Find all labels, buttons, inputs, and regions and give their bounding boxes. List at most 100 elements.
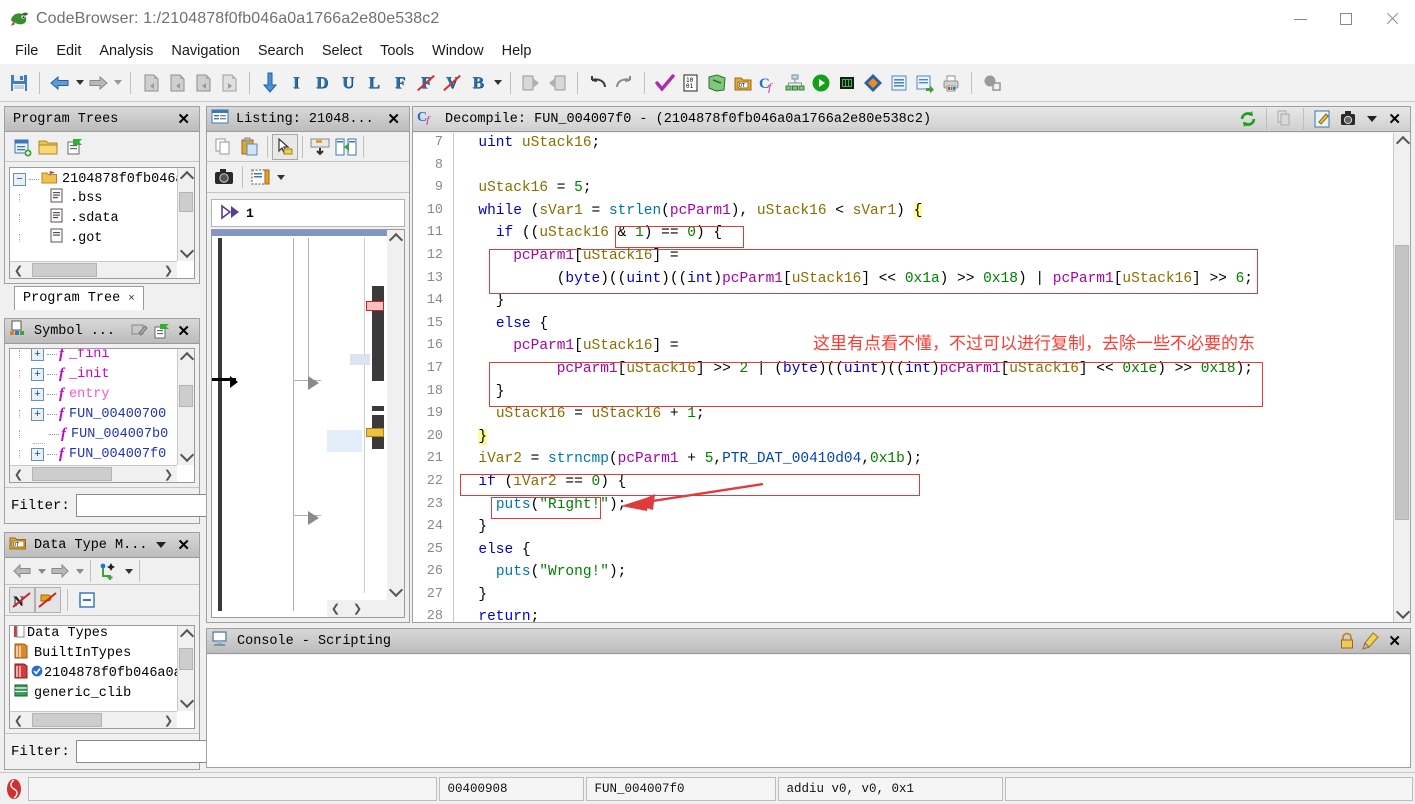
maximize-button[interactable]: [1323, 0, 1369, 38]
toggle-instruction-button[interactable]: I: [283, 69, 309, 97]
scroll-left-icon[interactable]: ❮: [327, 600, 344, 617]
chevron-down-icon[interactable]: [1367, 116, 1378, 122]
collapse-icon[interactable]: −: [13, 173, 26, 186]
tree-row[interactable]: + f _fini: [10, 349, 177, 364]
console-lock-button[interactable]: [1335, 630, 1359, 652]
scroll-up-icon[interactable]: [178, 349, 194, 366]
expand-icon[interactable]: +: [31, 349, 44, 361]
code-line[interactable]: 25 else {: [413, 542, 1410, 565]
listing-diff-button[interactable]: [333, 134, 359, 160]
symbol-tree-close-button[interactable]: ✕: [172, 322, 195, 340]
code-line[interactable]: 20 }: [413, 428, 1410, 452]
scroll-up-icon[interactable]: [178, 168, 194, 185]
decompile-vscrollbar[interactable]: [1393, 133, 1410, 622]
code-line[interactable]: 14 }: [413, 293, 1410, 316]
code-line[interactable]: 26 puts("Wrong!");: [413, 564, 1410, 587]
processor-manual-button[interactable]: [834, 69, 860, 97]
dtm-close-button[interactable]: ✕: [172, 536, 195, 554]
function-graph-button[interactable]: Cf: [756, 69, 782, 97]
rename-symbol-button[interactable]: [128, 321, 150, 342]
expand-icon[interactable]: +: [31, 387, 44, 401]
create-default-tree-button[interactable]: [9, 134, 35, 160]
menu-window[interactable]: Window: [423, 40, 493, 62]
listing-edit-fields-button[interactable]: [307, 134, 333, 160]
scroll-right-icon[interactable]: ❯: [160, 466, 177, 482]
scroll-up-icon[interactable]: [387, 230, 404, 247]
toggle-no-variable-button[interactable]: V: [439, 69, 465, 97]
expand-icon[interactable]: +: [31, 407, 44, 421]
decompile-refresh-button[interactable]: [1235, 108, 1261, 131]
decompile-close-button[interactable]: ✕: [1383, 110, 1406, 128]
dtm-hscrollbar[interactable]: ❮ ❯: [10, 711, 177, 728]
go-to-next-button[interactable]: [257, 69, 283, 97]
vscroll-thumb[interactable]: [179, 192, 193, 212]
expand-icon[interactable]: +: [31, 367, 44, 381]
listing-hscrollbar[interactable]: ❮ ❯: [327, 600, 404, 617]
data-types-tree[interactable]: Data Types BuiltInTypes 2104878f0fb046a0…: [9, 625, 195, 729]
previous-function-button[interactable]: [190, 69, 216, 97]
minimize-button[interactable]: [1277, 0, 1323, 38]
code-line[interactable]: 11 if ((uStack16 & 1) == 0) {: [413, 225, 1410, 248]
navigate-forward-dropdown[interactable]: [111, 69, 123, 97]
listing-filter-dropdown[interactable]: [274, 164, 286, 190]
menu-edit[interactable]: Edit: [47, 40, 90, 62]
data-type-manager-button[interactable]: DT: [730, 69, 756, 97]
decompile-code-view[interactable]: 7 uint uStack16; 8 9 uStack16 = 5; 10 while…: [413, 133, 1410, 622]
scroll-down-icon[interactable]: [387, 583, 404, 600]
menu-analysis[interactable]: Analysis: [90, 40, 162, 62]
program-trees-close-button[interactable]: ✕: [172, 110, 195, 128]
next-function-button[interactable]: [216, 69, 242, 97]
code-line[interactable]: 7 uint uStack16;: [413, 135, 1410, 158]
tree-row[interactable]: BuiltInTypes: [10, 643, 177, 663]
scroll-up-icon[interactable]: [1394, 133, 1410, 150]
vscroll-thumb[interactable]: [179, 648, 193, 670]
program-trees-hscrollbar[interactable]: ❮ ❯: [10, 261, 177, 278]
console-output[interactable]: [207, 655, 1410, 767]
dtm-forward-button[interactable]: [47, 558, 73, 584]
scroll-right-icon[interactable]: ❯: [349, 600, 366, 617]
code-line[interactable]: 22 if (iVar2 == 0) {: [413, 474, 1410, 497]
listing-copy-button[interactable]: [211, 134, 237, 160]
program-trees-vscrollbar[interactable]: [177, 168, 194, 261]
export-table-button[interactable]: [912, 69, 938, 97]
tab-program-tree[interactable]: Program Tree ×: [14, 286, 144, 310]
symbol-tree-hscrollbar[interactable]: ❮ ❯: [10, 465, 177, 482]
create-fragment-button[interactable]: [61, 134, 87, 160]
dtm-filter-arrays-button[interactable]: N: [9, 587, 35, 613]
tree-row[interactable]: f FUN_004007b0: [10, 424, 177, 444]
menu-navigation[interactable]: Navigation: [162, 40, 249, 62]
close-button[interactable]: [1369, 0, 1415, 38]
code-lines[interactable]: 7 uint uStack16; 8 9 uStack16 = 5; 10 while…: [413, 135, 1410, 622]
console-close-button[interactable]: ✕: [1383, 632, 1406, 650]
bookmark-dropdown[interactable]: [491, 69, 503, 97]
code-line[interactable]: 18 }: [413, 384, 1410, 407]
undo-button[interactable]: [585, 69, 611, 97]
program-trees-tree[interactable]: − 2104878f0fb046a0a .bss: [9, 167, 195, 279]
menu-select[interactable]: Select: [313, 40, 371, 62]
chevron-down-icon[interactable]: [156, 542, 167, 548]
menu-tools[interactable]: Tools: [371, 40, 423, 62]
hscroll-thumb[interactable]: [32, 713, 102, 727]
toggle-function-button[interactable]: F: [387, 69, 413, 97]
snapshot-next-button[interactable]: [544, 69, 570, 97]
open-folder-button[interactable]: [35, 134, 61, 160]
scroll-up-icon[interactable]: [178, 626, 194, 643]
toggle-no-function-button[interactable]: F: [413, 69, 439, 97]
listing-vscrollbar[interactable]: [387, 230, 404, 600]
tree-row[interactable]: Data Types: [10, 626, 177, 643]
tree-row[interactable]: + f FUN_00400700: [10, 404, 177, 424]
menu-file[interactable]: File: [6, 40, 47, 62]
decompile-snapshot-button[interactable]: [1335, 108, 1361, 131]
listing-filter-button[interactable]: [248, 164, 274, 190]
scroll-right-icon[interactable]: ❯: [160, 262, 177, 278]
code-line[interactable]: 28 return;: [413, 609, 1410, 622]
code-line[interactable]: 24 }: [413, 519, 1410, 542]
tab-close-icon[interactable]: ×: [128, 293, 135, 305]
tree-row[interactable]: + f _init: [10, 364, 177, 384]
dtm-vscrollbar[interactable]: [177, 626, 194, 711]
code-line[interactable]: 12 pcParm1[uStack16] =: [413, 248, 1410, 271]
decompile-edit-button[interactable]: [1309, 108, 1335, 131]
vscroll-thumb[interactable]: [1395, 245, 1409, 520]
tree-row[interactable]: − 2104878f0fb046a0a: [10, 168, 177, 188]
scroll-down-icon[interactable]: [1394, 605, 1410, 622]
